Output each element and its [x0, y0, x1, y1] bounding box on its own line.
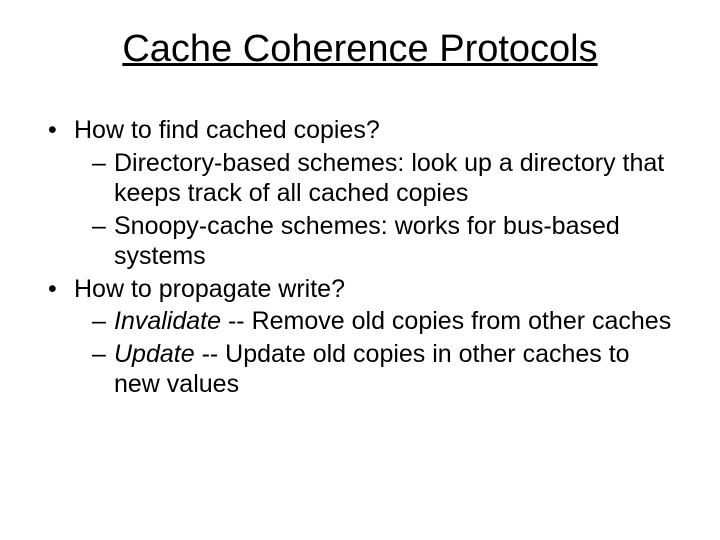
- sub-bullet-text: Directory-based schemes: look up a direc…: [114, 148, 672, 209]
- sub-bullet-text: Update -- Update old copies in other cac…: [114, 339, 672, 400]
- dash-icon: –: [92, 306, 114, 337]
- sub-bullet-item: – Invalidate -- Remove old copies from o…: [92, 306, 672, 337]
- plain-text: -- Remove old copies from other caches: [221, 307, 671, 335]
- sub-bullet-item: – Update -- Update old copies in other c…: [92, 339, 672, 400]
- sub-bullet-item: – Directory-based schemes: look up a dir…: [92, 148, 672, 209]
- dash-icon: –: [92, 148, 114, 209]
- sub-bullet-item: – Snoopy-cache schemes: works for bus-ba…: [92, 211, 672, 272]
- sub-bullet-text: Snoopy-cache schemes: works for bus-base…: [114, 211, 672, 272]
- bullet-item: • How to propagate write?: [48, 274, 672, 305]
- bullet-text: How to find cached copies?: [74, 115, 672, 146]
- bullet-item: • How to find cached copies?: [48, 115, 672, 146]
- slide: Cache Coherence Protocols • How to find …: [0, 0, 720, 540]
- emphasis: Update: [114, 340, 195, 368]
- slide-body: • How to find cached copies? – Directory…: [48, 115, 672, 400]
- emphasis: Invalidate: [114, 307, 221, 335]
- slide-title: Cache Coherence Protocols: [48, 28, 672, 71]
- dash-icon: –: [92, 211, 114, 272]
- dash-icon: –: [92, 339, 114, 400]
- bullet-dot-icon: •: [48, 274, 74, 305]
- sub-bullet-text: Invalidate -- Remove old copies from oth…: [114, 306, 672, 337]
- bullet-text: How to propagate write?: [74, 274, 672, 305]
- bullet-dot-icon: •: [48, 115, 74, 146]
